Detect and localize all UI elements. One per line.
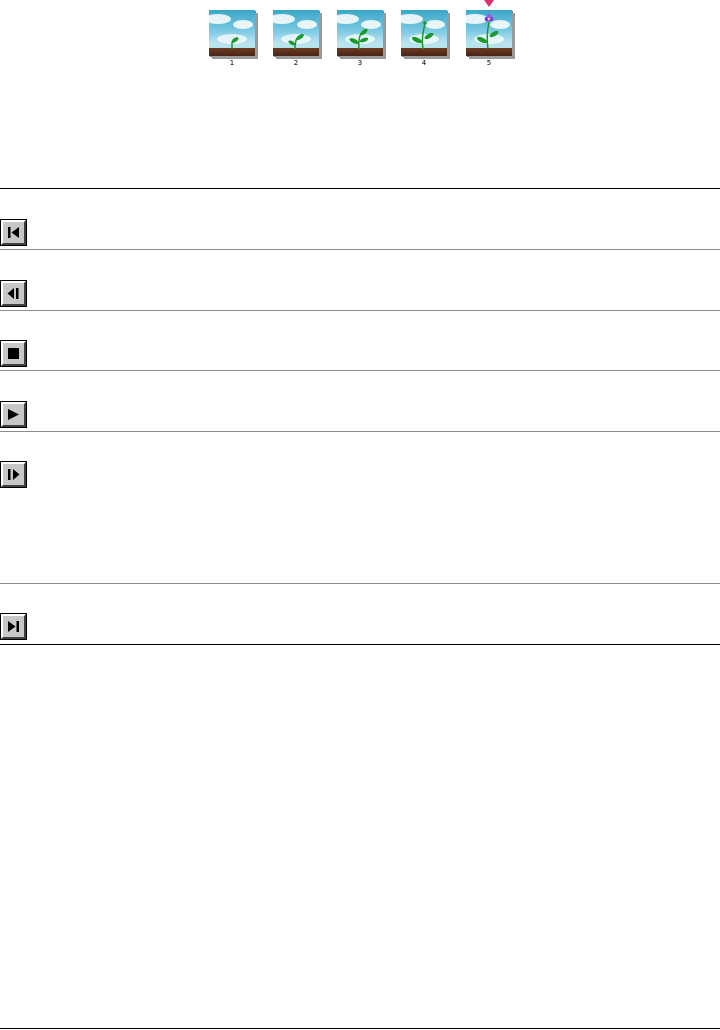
go-to-first-frame-icon <box>8 227 19 238</box>
seedling-stage-3-image <box>337 10 383 56</box>
seedling-stage-4-image <box>401 10 447 56</box>
frame-thumbnail-4[interactable]: 4 <box>401 10 453 67</box>
current-frame-marker-icon <box>484 0 494 7</box>
play-button[interactable] <box>0 401 27 428</box>
frame-number: 3 <box>357 59 363 67</box>
divider <box>0 644 720 645</box>
divider <box>0 249 720 250</box>
play-icon <box>8 409 19 420</box>
frame-thumbnail-1[interactable]: 1 <box>209 10 261 67</box>
divider <box>0 583 720 584</box>
frame-number: 5 <box>486 59 492 67</box>
frame-thumbnail-3[interactable]: 3 <box>337 10 389 67</box>
step-forward-button[interactable] <box>0 461 27 488</box>
divider <box>0 188 720 189</box>
divider <box>0 431 720 432</box>
frame-number: 2 <box>293 59 299 67</box>
stop-button[interactable] <box>0 340 27 367</box>
frame-strip: 1 2 3 4 5 <box>0 0 720 80</box>
go-to-last-frame-icon <box>8 621 19 632</box>
seedling-stage-2-image <box>273 10 319 56</box>
stop-icon <box>8 348 19 359</box>
go-to-last-frame-button[interactable] <box>0 613 27 640</box>
go-to-first-frame-button[interactable] <box>0 219 27 246</box>
divider <box>0 370 720 371</box>
divider <box>0 310 720 311</box>
frame-number: 1 <box>229 59 235 67</box>
frame-thumbnail-5[interactable]: 5 <box>466 10 518 67</box>
step-backward-button[interactable] <box>0 280 27 307</box>
step-forward-icon <box>8 469 20 480</box>
divider <box>0 1028 720 1029</box>
flower-stage-5-image <box>466 10 512 56</box>
frame-number: 4 <box>421 59 427 67</box>
step-backward-icon <box>7 288 19 299</box>
seedling-stage-1-image <box>209 10 255 56</box>
frame-thumbnail-2[interactable]: 2 <box>273 10 325 67</box>
